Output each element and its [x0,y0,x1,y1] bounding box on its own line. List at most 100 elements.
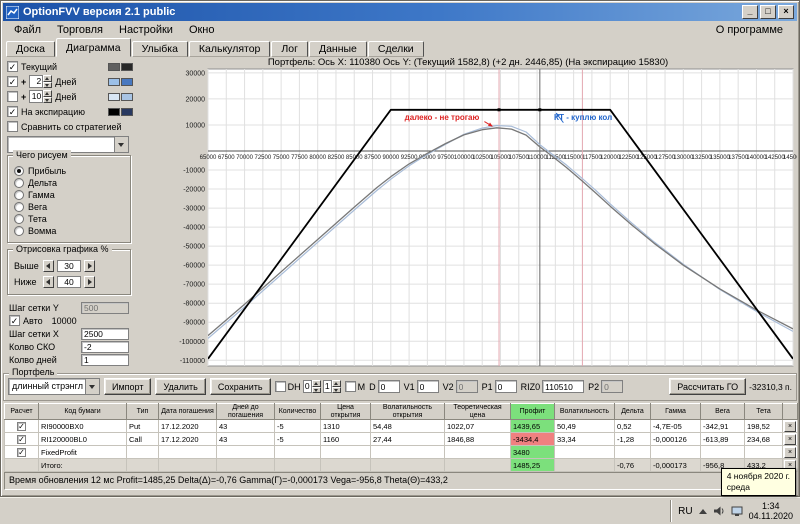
col-header-13[interactable]: Вега [700,403,745,420]
row-check-cell[interactable]: ✓ [4,432,39,446]
draw-option-0[interactable]: Прибыль [14,165,126,177]
spinner-value[interactable]: 0 [302,380,312,393]
pf-field-input[interactable]: 110510 [542,380,585,393]
legend-checkbox[interactable]: ✓ [7,106,18,117]
col-header-9[interactable]: Профит [510,403,555,420]
draw-option-1[interactable]: Дельта [14,177,126,189]
radio-icon[interactable] [14,202,24,212]
arrow-right-button[interactable] [84,276,95,288]
pf-field-0: D0 [369,380,400,393]
row-check-cell[interactable]: ✓ [4,419,39,433]
pf-field-input[interactable]: 0 [455,380,478,393]
spinner-value[interactable]: 10 [29,90,44,103]
col-header-0[interactable]: Расчет [4,403,39,420]
maximize-button[interactable]: □ [760,5,776,19]
tab-6[interactable]: Сделки [367,41,424,57]
menu-item-1[interactable]: Торговля [50,23,110,37]
spinner-value[interactable]: 1 [322,380,332,393]
chevron-up-icon[interactable] [698,508,707,514]
tab-2[interactable]: Улыбка [131,41,188,57]
radio-icon[interactable] [14,226,24,236]
save-button[interactable]: Сохранить [209,378,271,395]
tab-0[interactable]: Доска [6,41,55,57]
minimize-button[interactable]: _ [742,5,758,19]
pf-field-input[interactable]: 0 [601,380,624,393]
draw-option-4[interactable]: Тета [14,213,126,225]
spinner-value[interactable]: 2 [29,75,44,88]
col-header-8[interactable]: Теоретическая цена [444,403,511,420]
arrow-right-button[interactable] [84,260,95,272]
import-button[interactable]: Импорт [104,378,152,395]
svg-text:-50000: -50000 [183,244,205,251]
row-close-button[interactable]: × [784,420,796,432]
col-header-5[interactable]: Количество [274,403,321,420]
col-header-10[interactable]: Волатильность [554,403,615,420]
row-checkbox[interactable]: ✓ [17,434,26,444]
field-input[interactable]: 2500 [81,327,129,340]
spin-down-icon[interactable] [331,386,341,393]
speaker-icon[interactable] [713,505,725,517]
delete-button[interactable]: Удалить [155,378,206,395]
spin-down-icon[interactable] [43,96,53,103]
col-header-2[interactable]: Тип [126,403,159,420]
col-header-3[interactable]: Дата погашения [158,403,217,420]
field-input[interactable]: -2 [81,340,129,353]
tab-4[interactable]: Лог [271,41,308,57]
col-header-11[interactable]: Дельта [614,403,651,420]
portfolio-strategy-combo[interactable]: длинный стрэнгл [8,378,100,395]
legend-checkbox[interactable]: ✓ [7,61,18,72]
m-checkbox[interactable] [344,381,356,392]
row-close-button[interactable]: × [784,433,796,445]
close-button[interactable]: × [778,5,794,19]
menu-item-0[interactable]: Файл [7,23,48,37]
radio-icon[interactable] [14,214,24,224]
legend-checkbox[interactable]: ✓ [7,76,18,87]
tab-5[interactable]: Данные [308,41,367,57]
menu-item-3[interactable]: Окно [182,23,222,37]
dh-checkbox[interactable] [274,381,286,392]
pf-field-input[interactable]: 0 [377,380,400,393]
col-header-1[interactable]: Код бумаги [38,403,127,420]
col-header-12[interactable]: Гамма [650,403,701,420]
draw-option-2[interactable]: Гамма [14,189,126,201]
chevron-down-icon[interactable] [85,379,99,394]
row-close-button[interactable]: × [784,446,796,458]
col-header-14[interactable]: Тета [744,403,783,420]
menu-item-2[interactable]: Настройки [112,23,180,37]
calc-go-button[interactable]: Рассчитать ГО [669,378,747,395]
pf-field-input[interactable]: 0 [416,380,439,393]
menu-about[interactable]: О программе [708,23,791,37]
auto-checkbox[interactable]: ✓ [9,315,20,326]
spin-down-icon[interactable] [43,81,53,88]
radio-icon[interactable] [14,190,24,200]
chevron-down-icon[interactable] [114,137,128,152]
radio-icon[interactable] [14,178,24,188]
arrow-left-button[interactable] [43,260,54,272]
spinner: 10 [29,90,53,103]
col-header-7[interactable]: Волатильность открытия [370,403,445,420]
row-checkbox[interactable]: ✓ [17,421,26,431]
arrow-left-button[interactable] [43,276,54,288]
field-input[interactable]: 500 [81,301,129,314]
language-indicator[interactable]: RU [678,506,692,517]
render-value[interactable]: 30 [57,260,81,272]
radio-icon[interactable] [14,166,24,176]
tab-3[interactable]: Калькулятор [188,41,271,57]
legend-checkbox[interactable] [7,121,18,132]
cell-3-2 [158,458,217,472]
field-input[interactable]: 1 [81,353,129,366]
tray-clock[interactable]: 1:34 04.11.2020 [749,501,793,521]
col-header-4[interactable]: Дней до погашения [216,403,275,420]
col-header-6[interactable]: Цена открытия [320,403,371,420]
render-value[interactable]: 40 [57,276,81,288]
row-check-cell[interactable]: ✓ [4,445,39,459]
spin-down-icon[interactable] [311,386,321,393]
tab-1[interactable]: Диаграмма [55,38,131,57]
draw-option-5[interactable]: Вомма [14,225,126,237]
draw-option-3[interactable]: Вега [14,201,126,213]
legend-checkbox[interactable] [7,91,18,102]
pf-field-input[interactable]: 0 [494,380,517,393]
row-checkbox[interactable]: ✓ [17,447,26,457]
col-header-15[interactable] [782,403,798,420]
display-icon[interactable] [731,505,743,517]
